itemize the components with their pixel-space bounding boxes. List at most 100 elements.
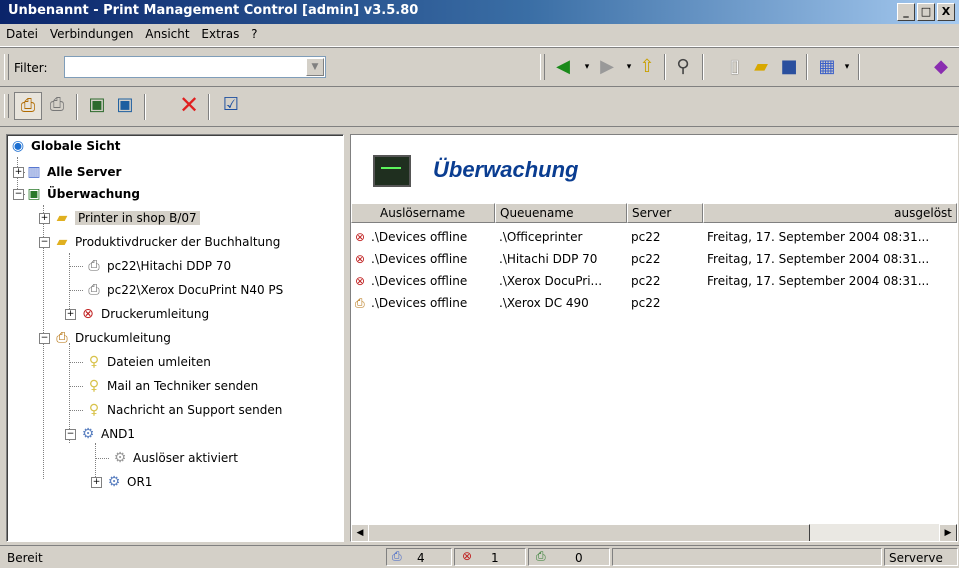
properties-icon[interactable]: ☑ [218, 92, 244, 118]
status-text: Bereit [7, 551, 43, 565]
collapse-icon[interactable]: − [39, 237, 50, 248]
tree-item-produktivdrucker[interactable]: ▰ Produktivdrucker der Buchhaltung [53, 231, 281, 253]
cell-name: .\Devices offline [371, 296, 468, 310]
collapse-icon[interactable]: − [65, 429, 76, 440]
scroll-right-icon[interactable]: ▶ [939, 524, 957, 541]
toolbar-separator [806, 54, 808, 80]
cell-server: pc22 [631, 252, 661, 266]
filter-combobox[interactable]: ▼ [64, 56, 326, 78]
cell-triggered: Freitag, 17. September 2004 08:31... [707, 274, 930, 288]
tree-item-alle-server[interactable]: ▥ Alle Server [25, 161, 121, 183]
tree-item-hitachi[interactable]: ⎙ pc22\Hitachi DDP 70 [85, 255, 231, 277]
detail-pane: Überwachung Auslösername Queuename Serve… [350, 134, 958, 542]
tree-connector [69, 386, 83, 388]
tree-connector [95, 458, 109, 460]
close-button[interactable]: X [937, 3, 955, 21]
toolbar-grip-2[interactable] [540, 54, 545, 80]
bulb-icon: ♀ [88, 402, 100, 418]
tree-item-xerox[interactable]: ⎙ pc22\Xerox DocuPrint N40 PS [85, 279, 283, 301]
tree-item-druckerumleitung[interactable]: ⊗ Druckerumleitung [79, 303, 209, 325]
toolbar-separator [858, 54, 860, 80]
expand-icon[interactable]: + [39, 213, 50, 224]
menu-verbindungen[interactable]: Verbindungen [46, 24, 138, 41]
tree-item-druckumleitung[interactable]: ⎙ Druckumleitung [53, 327, 170, 349]
menu-ansicht[interactable]: Ansicht [141, 24, 193, 41]
cell-name: .\Devices offline [371, 230, 468, 244]
toolbar-grip-3[interactable] [4, 94, 9, 118]
offline-status-icon: ⎙ [536, 549, 546, 563]
expand-icon[interactable]: + [13, 167, 24, 178]
column-header-ausloesername[interactable]: Auslösername [351, 203, 495, 223]
scroll-thumb[interactable] [368, 524, 810, 541]
tree-item-mail-techniker[interactable]: ♀ Mail an Techniker senden [85, 375, 258, 397]
tree-item-printer-shop[interactable]: ▰ Printer in shop B/07 [53, 207, 200, 229]
table-row[interactable]: ⎙ .\Devices offline .\Xerox DC 490 pc22 [351, 293, 957, 313]
printer-connect-icon: ⎙ [56, 330, 68, 346]
table-row[interactable]: ⊗ .\Devices offline .\Hitachi DDP 70 pc2… [351, 249, 957, 269]
collapse-icon[interactable]: − [13, 189, 24, 200]
collapse-icon[interactable]: − [39, 333, 50, 344]
gear-icon: ⚙ [81, 426, 95, 442]
column-header-server[interactable]: Server [627, 203, 703, 223]
gear-icon: ⚙ [107, 474, 121, 490]
forward-icon[interactable]: ▶ [596, 56, 618, 78]
folder-open-icon: ▰ [56, 234, 68, 250]
bulb-icon: ♀ [88, 354, 100, 370]
error-icon: ⊗ [82, 306, 94, 322]
menu-extras[interactable]: Extras [197, 24, 243, 41]
status-bar: Bereit 4 1 0 Serverve ⎙ ⊗ ⎙ [0, 545, 959, 568]
cell-name: .\Devices offline [371, 252, 468, 266]
menu-bar: Datei Verbindungen Ansicht Extras ? [0, 24, 959, 47]
cell-server: pc22 [631, 274, 661, 288]
view-icon[interactable]: ▦ [816, 56, 838, 78]
new-document-icon[interactable]: ▯ [724, 56, 746, 78]
tree-item-and1[interactable]: ⚙ AND1 [79, 423, 135, 445]
expand-icon[interactable]: + [91, 477, 102, 488]
toolbar-grip[interactable] [4, 54, 9, 80]
toolbar-separator [664, 54, 666, 80]
column-header-ausgeloest[interactable]: ausgelöst [703, 203, 957, 223]
printer-connect-icon[interactable]: ⎙ [14, 92, 42, 120]
tree-connector [69, 266, 83, 268]
tree-item-ueberwachung[interactable]: ▣ Überwachung [25, 183, 140, 205]
printer-icon[interactable]: ⎙ [44, 92, 70, 118]
tree-item-dateien-umleiten[interactable]: ♀ Dateien umleiten [85, 351, 211, 373]
save-icon[interactable]: ■ [778, 56, 800, 78]
scroll-left-icon[interactable]: ◀ [351, 524, 369, 541]
search-icon[interactable]: ⚲ [672, 56, 694, 78]
toolbar-separator [208, 94, 210, 120]
open-folder-icon[interactable]: ▰ [750, 56, 772, 78]
expand-icon[interactable]: + [65, 309, 76, 320]
toolbar-separator [144, 94, 146, 120]
server-add-icon[interactable]: ▣ [112, 92, 138, 118]
main-toolbar: Filter: ▼ ◀ ▾ ▶ ▾ ⇧ ⚲ ▯ ▰ ■ ▦ ▾ ◆ [0, 47, 959, 87]
back-icon[interactable]: ◀ [552, 56, 574, 78]
delete-icon[interactable]: ✕ [176, 92, 202, 118]
toolbar-separator [76, 94, 78, 120]
tree-root-global[interactable]: ◉ Globale Sicht [9, 135, 121, 157]
printers-status-icon: ⎙ [392, 549, 402, 563]
table-row[interactable]: ⊗ .\Devices offline .\Xerox DocuPri... p… [351, 271, 957, 291]
chevron-down-icon[interactable]: ▼ [306, 58, 324, 76]
maximize-button[interactable]: □ [917, 3, 935, 21]
menu-help[interactable]: ? [247, 24, 261, 41]
table-row[interactable]: ⊗ .\Devices offline .\Officeprinter pc22… [351, 227, 957, 247]
horizontal-scrollbar[interactable]: ◀ ▶ [351, 524, 957, 541]
tree-item-or1[interactable]: ⚙ OR1 [105, 471, 153, 493]
up-folder-icon[interactable]: ⇧ [636, 56, 658, 78]
menu-datei[interactable]: Datei [0, 24, 42, 41]
tree-item-ausloeser-aktiviert[interactable]: ⚙ Auslöser aktiviert [111, 447, 238, 469]
cell-queue: .\Hitachi DDP 70 [499, 252, 598, 266]
column-header-queuename[interactable]: Queuename [495, 203, 627, 223]
minimize-button[interactable]: _ [897, 3, 915, 21]
cell-queue: .\Officeprinter [499, 230, 583, 244]
server-icon[interactable]: ▣ [84, 92, 110, 118]
tree-view[interactable]: ◉ Globale Sicht + ▥ Alle Server − ▣ Überwac… [6, 134, 344, 542]
status-server: Serverve [884, 548, 958, 566]
back-dropdown-icon[interactable]: ▾ [576, 56, 598, 78]
view-dropdown-icon[interactable]: ▾ [836, 56, 858, 78]
printer-icon: ⎙ [88, 258, 100, 274]
tree-item-nachricht-support[interactable]: ♀ Nachricht an Support senden [85, 399, 283, 421]
bulb-icon: ♀ [88, 378, 100, 394]
book-icon[interactable]: ◆ [930, 56, 952, 78]
